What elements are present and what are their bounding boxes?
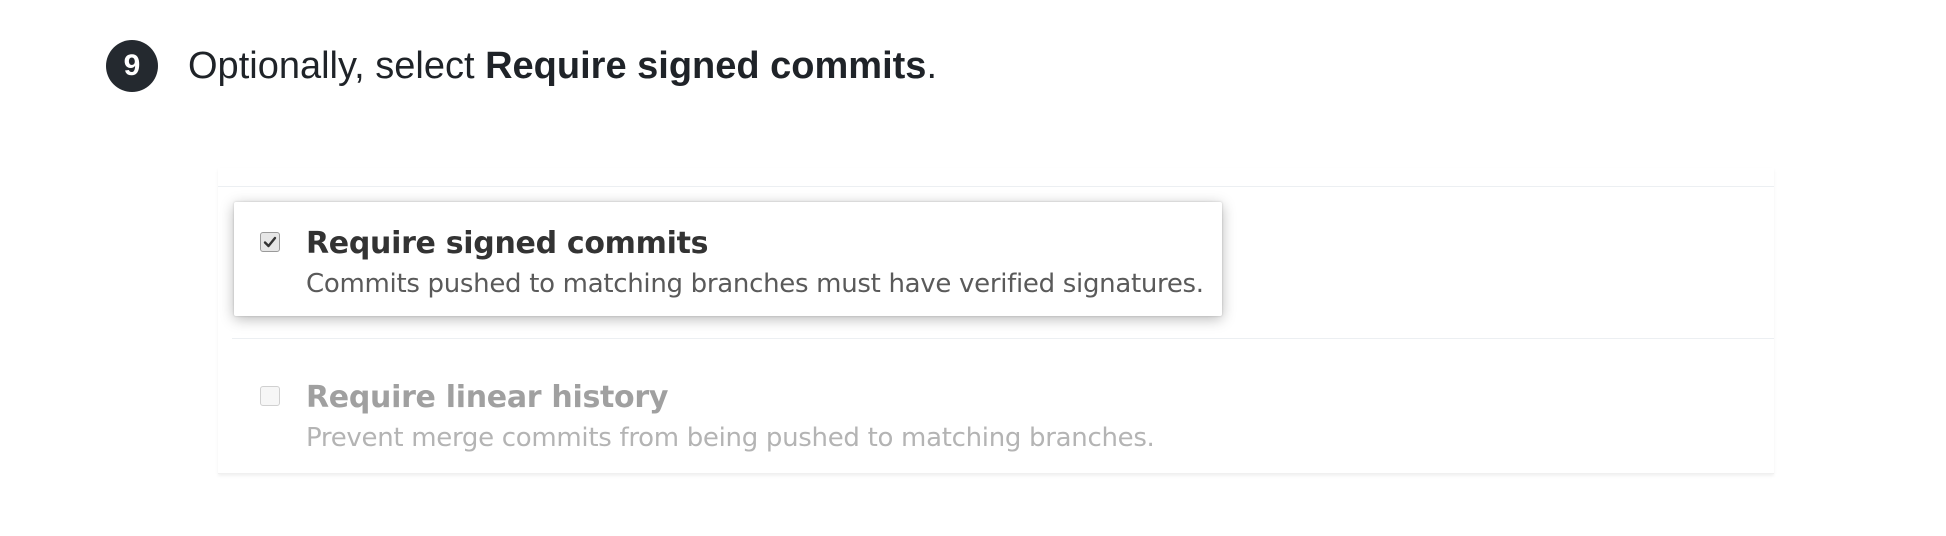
check-icon	[263, 236, 277, 248]
step-text-bold: Require signed commits	[485, 44, 927, 87]
step-number-badge: 9	[106, 40, 158, 92]
require-signed-commits-checkbox[interactable]	[260, 232, 280, 252]
require-signed-commits-option[interactable]: Require signed commits Commits pushed to…	[260, 226, 1204, 302]
require-signed-commits-label[interactable]: Require signed commits	[306, 226, 1204, 262]
branch-protection-panel: Require signed commits Commits pushed to…	[218, 168, 1774, 474]
option-divider	[232, 338, 1774, 339]
step-text: Optionally, select Require signed commit…	[188, 45, 937, 88]
step-text-suffix: .	[926, 44, 937, 87]
require-linear-history-label[interactable]: Require linear history	[306, 380, 1155, 416]
require-linear-history-checkbox[interactable]	[260, 386, 280, 406]
step-instruction: 9 Optionally, select Require signed comm…	[106, 40, 937, 92]
require-signed-commits-description: Commits pushed to matching branches must…	[306, 269, 1204, 299]
panel-bottom-border	[218, 473, 1774, 474]
require-linear-history-description: Prevent merge commits from being pushed …	[306, 423, 1155, 453]
step-text-prefix: Optionally, select	[188, 44, 486, 87]
require-linear-history-option[interactable]: Require linear history Prevent merge com…	[260, 380, 1155, 456]
panel-top-divider	[218, 186, 1774, 187]
